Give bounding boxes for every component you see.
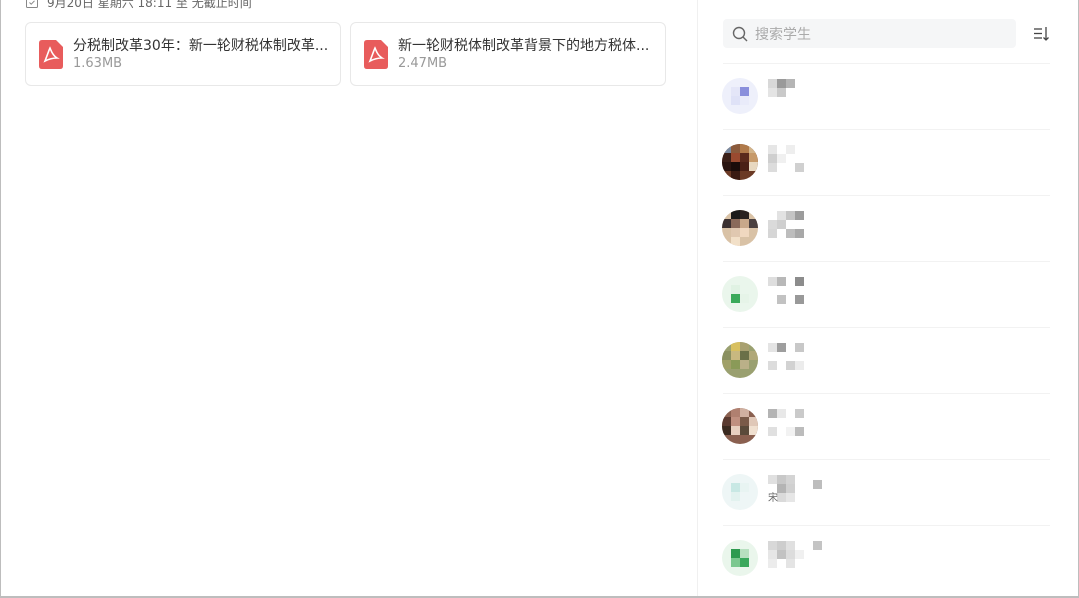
window-border: [0, 0, 1, 598]
sort-icon[interactable]: [1033, 26, 1049, 42]
student-avatar: [722, 540, 758, 576]
student-list-item[interactable]: [698, 525, 1078, 591]
student-list-item[interactable]: [698, 327, 1078, 393]
calendar-check-icon: [26, 0, 38, 8]
attachment-card[interactable]: 新一轮财税体制改革背景下的地方税体... 2.47MB: [350, 22, 666, 86]
student-list-item[interactable]: [698, 195, 1078, 261]
student-list-item[interactable]: [698, 261, 1078, 327]
student-name: [768, 409, 816, 443]
deadline-row: 9月20日 星期六 18:11 至 无截止时间: [26, 0, 252, 10]
student-list-item[interactable]: [698, 129, 1078, 195]
student-name: [768, 145, 816, 179]
attachment-size: 1.63MB: [73, 56, 123, 71]
student-list-item[interactable]: 宋: [698, 459, 1078, 525]
student-avatar: [722, 342, 758, 378]
attachment-card[interactable]: 分税制改革30年：新一轮财税体制改革... 1.63MB: [25, 22, 341, 86]
pdf-icon: [39, 40, 63, 69]
student-sidebar: 宋: [698, 0, 1078, 596]
student-name: [768, 277, 816, 311]
student-name: [768, 541, 822, 575]
attachment-name: 分税制改革30年：新一轮财税体制改革...: [73, 38, 329, 54]
student-list-item[interactable]: [698, 393, 1078, 459]
student-avatar: [722, 210, 758, 246]
pdf-icon: [364, 40, 388, 69]
deadline-text: 9月20日 星期六 18:11 至 无截止时间: [47, 0, 252, 10]
student-avatar: [722, 144, 758, 180]
student-name: [768, 211, 816, 245]
student-search-box[interactable]: [723, 19, 1016, 48]
student-avatar: [722, 408, 758, 444]
attachment-name: 新一轮财税体制改革背景下的地方税体...: [398, 38, 650, 54]
assignment-main-panel: 9月20日 星期六 18:11 至 无截止时间 分税制改革30年：新一轮财税体制…: [1, 0, 697, 596]
student-list-item[interactable]: [698, 63, 1078, 129]
student-list: 宋: [698, 63, 1078, 591]
student-name: [768, 343, 816, 377]
search-icon: [732, 26, 748, 42]
student-avatar: [722, 474, 758, 510]
student-name-text: 宋: [768, 493, 778, 504]
student-search-input[interactable]: [753, 23, 1007, 46]
attachment-size: 2.47MB: [398, 56, 448, 71]
student-avatar: [722, 78, 758, 114]
student-name: [768, 79, 816, 113]
student-avatar: [722, 276, 758, 312]
assignment-detail-page: 9月20日 星期六 18:11 至 无截止时间 分税制改革30年：新一轮财税体制…: [0, 0, 1079, 598]
student-name: 宋: [768, 475, 822, 509]
